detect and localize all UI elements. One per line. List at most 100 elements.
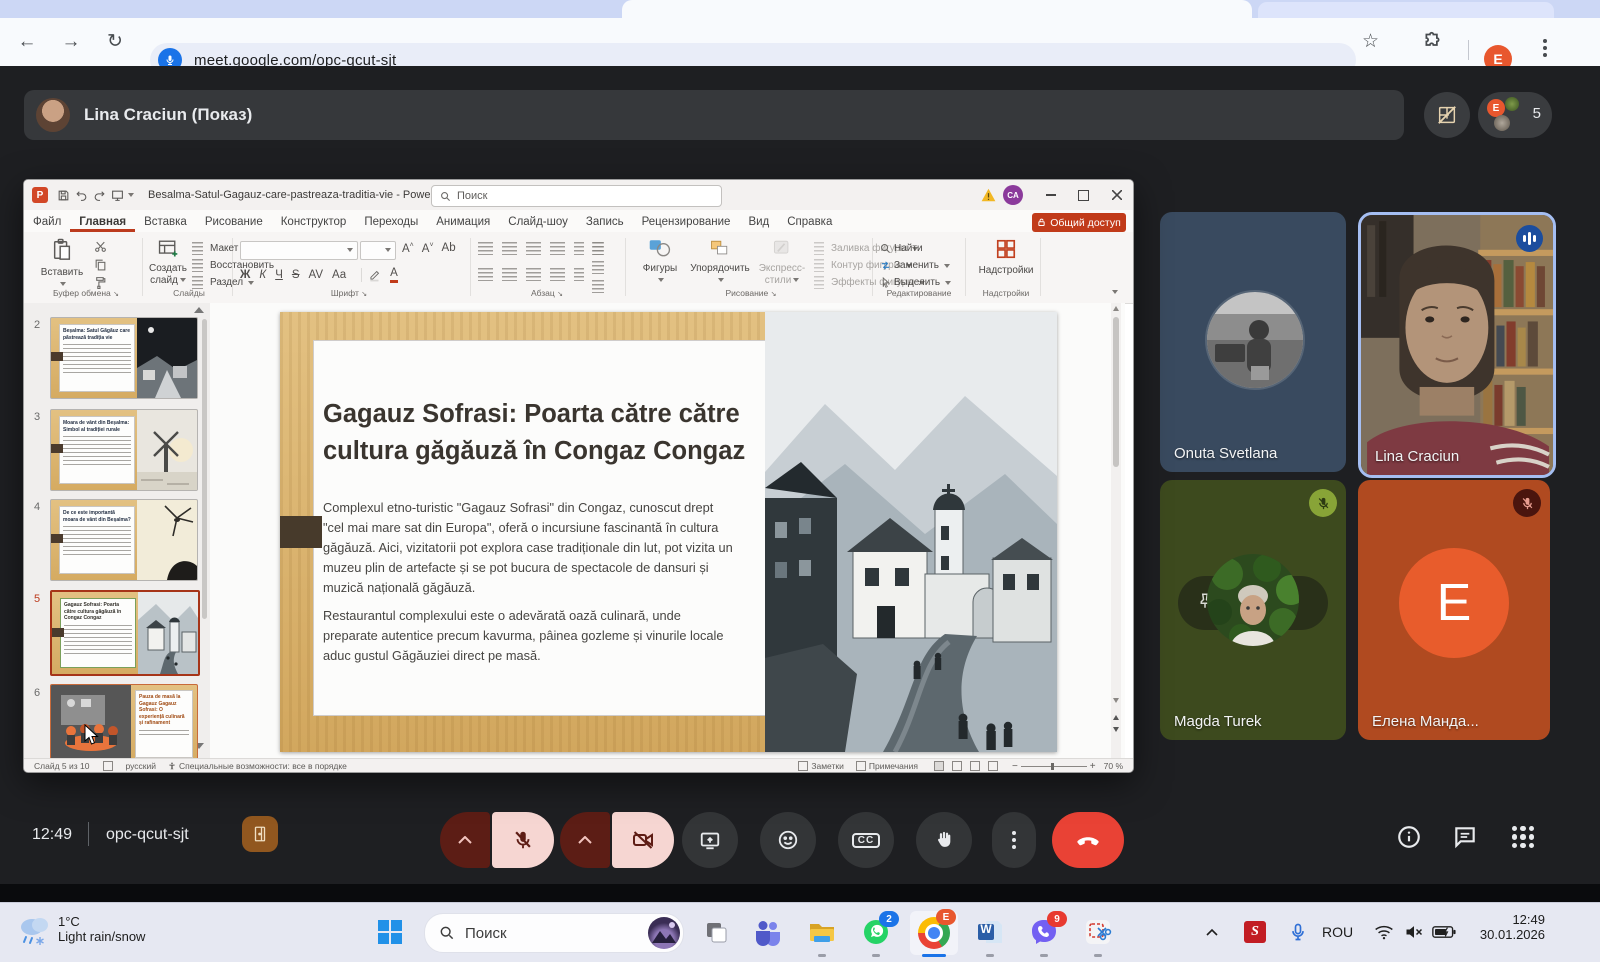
thumbnail-scrollbar[interactable] [202,319,207,619]
camera-toggle-button[interactable] [612,812,674,868]
paste-button[interactable]: Вставить [40,238,84,290]
search-daily-image[interactable] [648,917,680,949]
restore-button[interactable] [1067,180,1100,210]
replace-button[interactable]: Заменить [880,258,951,273]
proofing-language[interactable]: русский [125,761,156,771]
shapes-button[interactable]: Фигуры [636,238,684,286]
reload-button[interactable]: ↻ [98,18,132,66]
tab-insert[interactable]: Вставка [135,213,196,232]
close-button[interactable] [1100,180,1133,210]
tab-record[interactable]: Запись [577,213,633,232]
font-name-combo[interactable] [240,241,358,260]
extensions-icon[interactable] [1422,31,1443,57]
thumbnail-slide-3[interactable]: Moara de vânt din Beșalma: Simbol al tra… [50,409,198,491]
new-slide-button[interactable]: Создатьслайд [146,238,190,286]
start-button[interactable] [374,916,406,948]
tile-onuta-svetlana[interactable]: Onuta Svetlana [1160,212,1346,472]
notes-toggle[interactable]: Заметки [798,761,844,771]
tile-view-toggle-button[interactable] [1424,92,1470,138]
tile-elena[interactable]: E Елена Манда... [1358,480,1550,740]
raise-hand-button[interactable] [916,812,972,868]
language-indicator[interactable]: ROU [1322,924,1353,940]
taskbar-clock[interactable]: 12:49 30.01.2026 [1480,912,1545,942]
tile-magda-turek[interactable]: Magda Turek [1160,480,1346,740]
volume-muted-icon[interactable] [1404,923,1424,946]
clipboard-small-buttons[interactable] [94,240,107,289]
end-call-button[interactable] [1052,812,1124,868]
camera-options-chevron[interactable] [560,812,610,868]
arrange-button[interactable]: Упорядочить [688,238,752,286]
canvas-scrollbar[interactable] [1111,303,1121,758]
back-button[interactable]: ← [10,18,44,66]
tab-review[interactable]: Рецензирование [633,213,740,232]
present-button[interactable] [682,812,738,868]
tab-file[interactable]: Файл [24,213,70,232]
quick-styles-button[interactable]: Экспресс-стили [756,238,808,286]
battery-icon[interactable] [1432,925,1456,944]
viber-icon[interactable]: 9 [1028,916,1060,948]
tile-lina-craciun[interactable]: Lina Craciun [1358,212,1556,478]
slideshow-icon[interactable] [108,180,126,210]
tray-mic-icon[interactable] [1288,921,1308,948]
tab-view[interactable]: Вид [739,213,778,232]
font-size-tools[interactable]: A˄ A˅ Ab [402,242,456,255]
chrome-taskbar-active[interactable]: E [910,911,958,955]
thumbnail-slide-5-selected[interactable]: Gagauz Sofrasi: Poarta către cultura găg… [50,590,200,676]
tab-animations[interactable]: Анимация [427,213,499,232]
taskbar-search[interactable]: Поиск [424,913,684,953]
browser-tab-inactive[interactable] [1258,2,1554,18]
thumbnail-slide-6[interactable]: Pauza de masă la Gagauz Gagauz Sofrasi: … [50,684,198,758]
emoji-reactions-button[interactable] [760,812,816,868]
tab-slideshow[interactable]: Слайд-шоу [499,213,577,232]
undo-icon[interactable] [72,180,90,210]
participants-cluster[interactable]: E 5 [1478,92,1552,138]
teams-icon[interactable] [752,916,784,948]
share-button[interactable]: Общий доступ [1032,213,1126,232]
tray-app-icon[interactable]: S [1244,921,1266,943]
tab-design[interactable]: Конструктор [272,213,356,232]
highlight-color-icon[interactable] [368,268,382,282]
ppt-search-box[interactable]: Поиск [431,185,722,207]
find-button[interactable]: Найти [880,241,951,256]
font-style-tools[interactable]: Ж К Ч S AV Aa А [240,268,407,283]
paragraph-tools-row2[interactable] [478,268,588,281]
thumbnail-slide-2[interactable]: Beșalma: Satul Găgăuz care păstrează tra… [50,317,198,399]
zoom-level[interactable]: 70 % [1104,761,1123,771]
save-icon[interactable] [54,180,72,210]
activities-grid-icon[interactable] [1512,826,1534,848]
weather-widget[interactable]: 1°C Light rain/snow [16,911,145,947]
meeting-details-icon[interactable] [1396,824,1422,855]
snipping-tool-icon[interactable] [1082,916,1114,948]
whatsapp-icon[interactable]: 2 [860,916,892,948]
tab-home[interactable]: Главная [70,213,135,232]
minimize-button[interactable] [1034,180,1067,210]
tray-expand-icon[interactable] [1200,916,1224,948]
mic-options-chevron[interactable] [440,812,490,868]
quick-access-dropdown-icon[interactable] [128,193,134,197]
tab-help[interactable]: Справка [778,213,841,232]
view-switcher[interactable] [934,761,998,771]
word-icon[interactable]: W [974,916,1006,948]
chat-icon[interactable] [1452,824,1478,855]
collapse-ribbon-icon[interactable] [1112,290,1118,294]
browser-tab-active[interactable] [622,0,1252,18]
task-view-button[interactable] [700,916,732,948]
browser-menu-icon[interactable] [1543,46,1547,50]
redo-icon[interactable] [90,180,108,210]
font-size-combo[interactable] [360,241,396,260]
thumbnail-slide-4[interactable]: De ce este importantă moara de vânt din … [50,499,198,581]
bookmark-star-icon[interactable]: ☆ [1362,30,1379,53]
display-settings-icon[interactable] [103,761,113,771]
comments-toggle[interactable]: Примечания [856,761,918,771]
addins-button[interactable]: Надстройки [978,238,1034,277]
mic-toggle-button[interactable] [492,812,554,868]
file-explorer-icon[interactable] [806,916,838,948]
current-slide[interactable]: Gagauz Sofrasi: Poarta către către cultu… [280,312,1057,752]
paragraph-tools-col[interactable] [592,242,608,293]
accessibility-status[interactable]: Специальные возможности: все в порядке [168,761,347,771]
scroll-up-icon[interactable] [194,307,204,313]
wifi-icon[interactable] [1374,924,1394,945]
more-options-button[interactable] [992,812,1036,868]
tab-transitions[interactable]: Переходы [355,213,427,232]
tab-draw[interactable]: Рисование [196,213,272,232]
